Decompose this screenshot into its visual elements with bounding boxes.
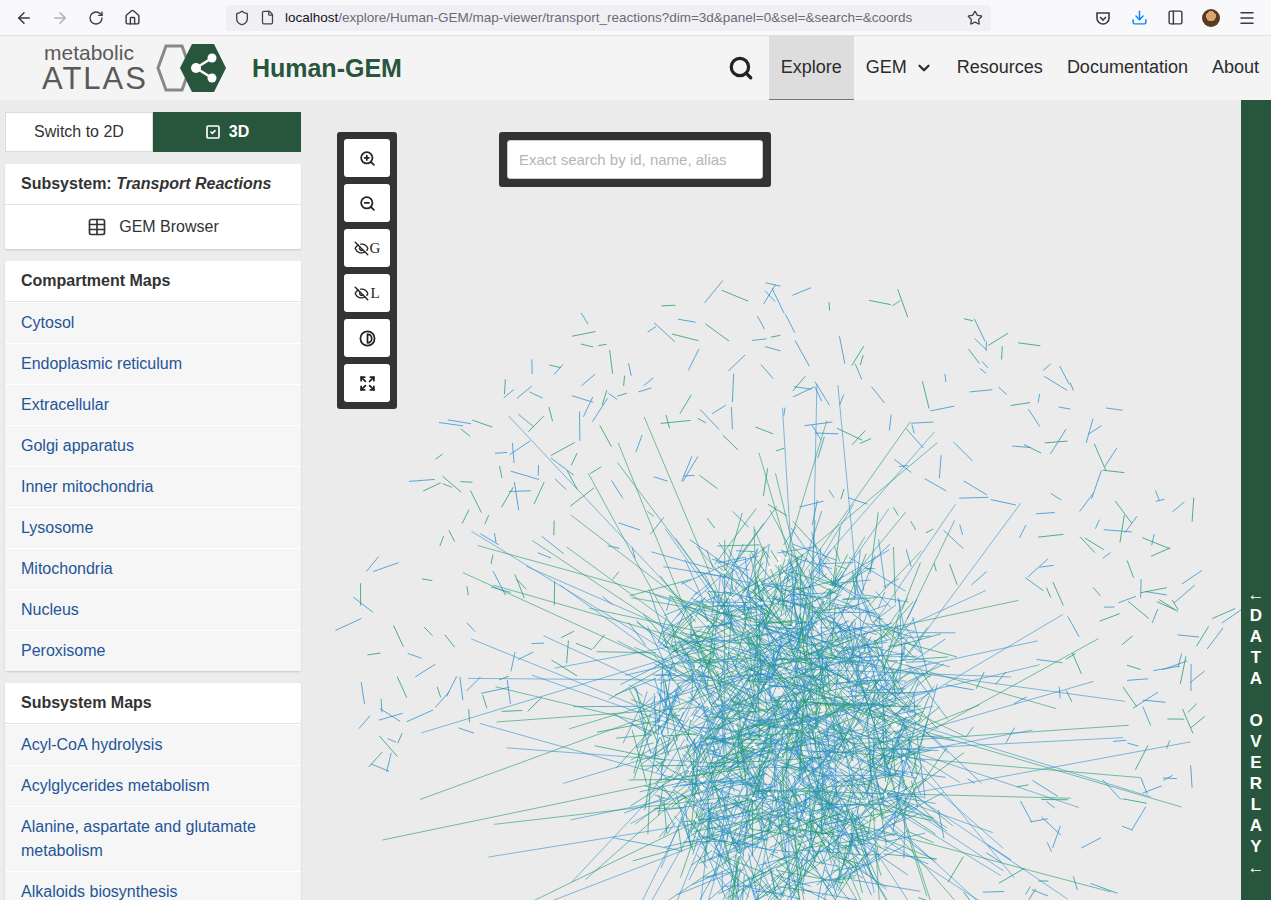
zoom-out-icon — [359, 195, 376, 212]
nav-item[interactable]: Explore — [769, 36, 854, 100]
overlay-label-char: T — [1248, 647, 1265, 668]
overlay-label-char — [1248, 689, 1265, 710]
network-graph[interactable] — [313, 100, 1241, 900]
overlay-label-char: A — [1248, 815, 1265, 836]
arrow-left-icon — [15, 9, 33, 27]
star-icon[interactable] — [967, 10, 983, 26]
overlay-label-char: E — [1248, 752, 1265, 773]
expand-icon — [359, 375, 376, 392]
overlay-label-char: A — [1248, 668, 1265, 689]
avatar-icon — [1202, 9, 1220, 27]
model-name[interactable]: Human-GEM — [252, 36, 402, 100]
check-square-icon — [205, 124, 221, 140]
pocket-icon — [1095, 10, 1111, 26]
eye-slash-icon — [354, 286, 369, 301]
url-text: localhost/explore/Human-GEM/map-viewer/t… — [285, 10, 957, 25]
tool-toggle-button[interactable]: G — [344, 229, 390, 267]
data-overlay-toggle[interactable]: ←DATA OVERLAY← — [1241, 100, 1271, 900]
pocket-button[interactable] — [1089, 4, 1117, 32]
map-link[interactable]: Extracellular — [5, 384, 301, 425]
url-bar[interactable]: localhost/explore/Human-GEM/map-viewer/t… — [226, 5, 991, 31]
sidebar-button[interactable] — [1161, 4, 1189, 32]
map-link[interactable]: Acyl-CoA hydrolysis — [5, 724, 301, 765]
map-link[interactable]: Golgi apparatus — [5, 425, 301, 466]
home-icon — [124, 9, 141, 26]
shield-icon — [234, 10, 250, 26]
browser-toolbar: localhost/explore/Human-GEM/map-viewer/t… — [0, 0, 1271, 36]
map-link[interactable]: Lysosome — [5, 507, 301, 548]
overlay-label-char: D — [1248, 605, 1265, 626]
home-button[interactable] — [118, 4, 146, 32]
downloads-button[interactable] — [1125, 4, 1153, 32]
overlay-label-char: Y — [1248, 836, 1265, 857]
sidebar-icon — [1167, 9, 1184, 26]
back-button[interactable] — [10, 4, 38, 32]
map-canvas[interactable]: GL — [313, 100, 1241, 900]
page-icon — [260, 10, 275, 25]
map-link[interactable]: Inner mitochondria — [5, 466, 301, 507]
map-link[interactable]: Acylglycerides metabolism — [5, 765, 301, 806]
map-link[interactable]: Endoplasmic reticulum — [5, 343, 301, 384]
forward-button[interactable] — [46, 4, 74, 32]
map-link[interactable]: Cytosol — [5, 302, 301, 343]
map-list-title: Compartment Maps — [5, 261, 301, 302]
map-list-title: Subsystem Maps — [5, 683, 301, 724]
overlay-label-char: L — [1248, 794, 1265, 815]
overlay-label-char: V — [1248, 731, 1265, 752]
map-link[interactable]: Peroxisome — [5, 630, 301, 671]
logo-top: metabolic — [42, 42, 148, 63]
logo-bottom: ATLAS — [42, 63, 148, 94]
logo-hexagon-icon — [152, 42, 228, 94]
download-icon — [1131, 9, 1148, 26]
menu-button[interactable] — [1233, 4, 1261, 32]
nav-item[interactable]: Resources — [945, 36, 1055, 100]
overlay-label-char: O — [1248, 710, 1265, 731]
view-toggle: Switch to 2D3D — [5, 112, 301, 152]
page: localhost/explore/Human-GEM/map-viewer/t… — [0, 0, 1271, 900]
sidebar: Switch to 2D3D Subsystem: Transport React… — [0, 100, 313, 900]
account-button[interactable] — [1197, 4, 1225, 32]
nav-item[interactable]: About — [1200, 36, 1271, 100]
view-toggle-button[interactable]: 3D — [153, 112, 301, 152]
view-toggle-button[interactable]: Switch to 2D — [5, 112, 153, 152]
subsystem-title: Subsystem: Transport Reactions — [5, 164, 301, 205]
main-nav: ExploreGEMResourcesDocumentationAbout — [713, 36, 1271, 100]
subsystem-card: Subsystem: Transport ReactionsGEM Browse… — [5, 164, 301, 249]
map-link[interactable]: Alkaloids biosynthesis — [5, 871, 301, 900]
gem-browser-button[interactable]: GEM Browser — [5, 205, 301, 249]
contrast-icon — [359, 330, 376, 347]
map-list-card: Compartment MapsCytosolEndoplasmic retic… — [5, 261, 301, 671]
map-search-input[interactable] — [507, 140, 763, 179]
menu-icon — [1238, 9, 1256, 27]
map-search — [499, 132, 771, 187]
logo[interactable]: metabolicATLAS — [42, 36, 228, 100]
search-icon — [728, 55, 754, 81]
map-link[interactable]: Mitochondria — [5, 548, 301, 589]
map-toolbar: GL — [337, 132, 397, 409]
search-button[interactable] — [713, 36, 769, 100]
tool-contrast-button[interactable] — [344, 319, 390, 357]
overlay-label-char: R — [1248, 773, 1265, 794]
reload-icon — [88, 10, 104, 26]
map-link[interactable]: Alanine, aspartate and glutamate metabol… — [5, 806, 301, 871]
map-link[interactable]: Nucleus — [5, 589, 301, 630]
table-icon — [87, 217, 107, 237]
eye-slash-icon — [354, 241, 369, 256]
nav-item[interactable]: GEM — [854, 36, 945, 100]
tool-zoom-out-button[interactable] — [344, 184, 390, 222]
overlay-label-char: A — [1248, 626, 1265, 647]
arrow-left-icon: ← — [1248, 584, 1265, 605]
chevron-down-icon — [915, 59, 933, 77]
arrow-right-icon — [51, 9, 69, 27]
site-header: metabolicATLAS Human-GEM ExploreGEMResourc… — [0, 36, 1271, 100]
tool-fullscreen-button[interactable] — [344, 364, 390, 402]
tool-toggle-button[interactable]: L — [344, 274, 390, 312]
reload-button[interactable] — [82, 4, 110, 32]
zoom-in-icon — [359, 150, 376, 167]
tool-zoom-in-button[interactable] — [344, 139, 390, 177]
arrow-left-icon: ← — [1248, 857, 1265, 878]
map-list-card: Subsystem MapsAcyl-CoA hydrolysisAcylgly… — [5, 683, 301, 900]
nav-item[interactable]: Documentation — [1055, 36, 1200, 100]
